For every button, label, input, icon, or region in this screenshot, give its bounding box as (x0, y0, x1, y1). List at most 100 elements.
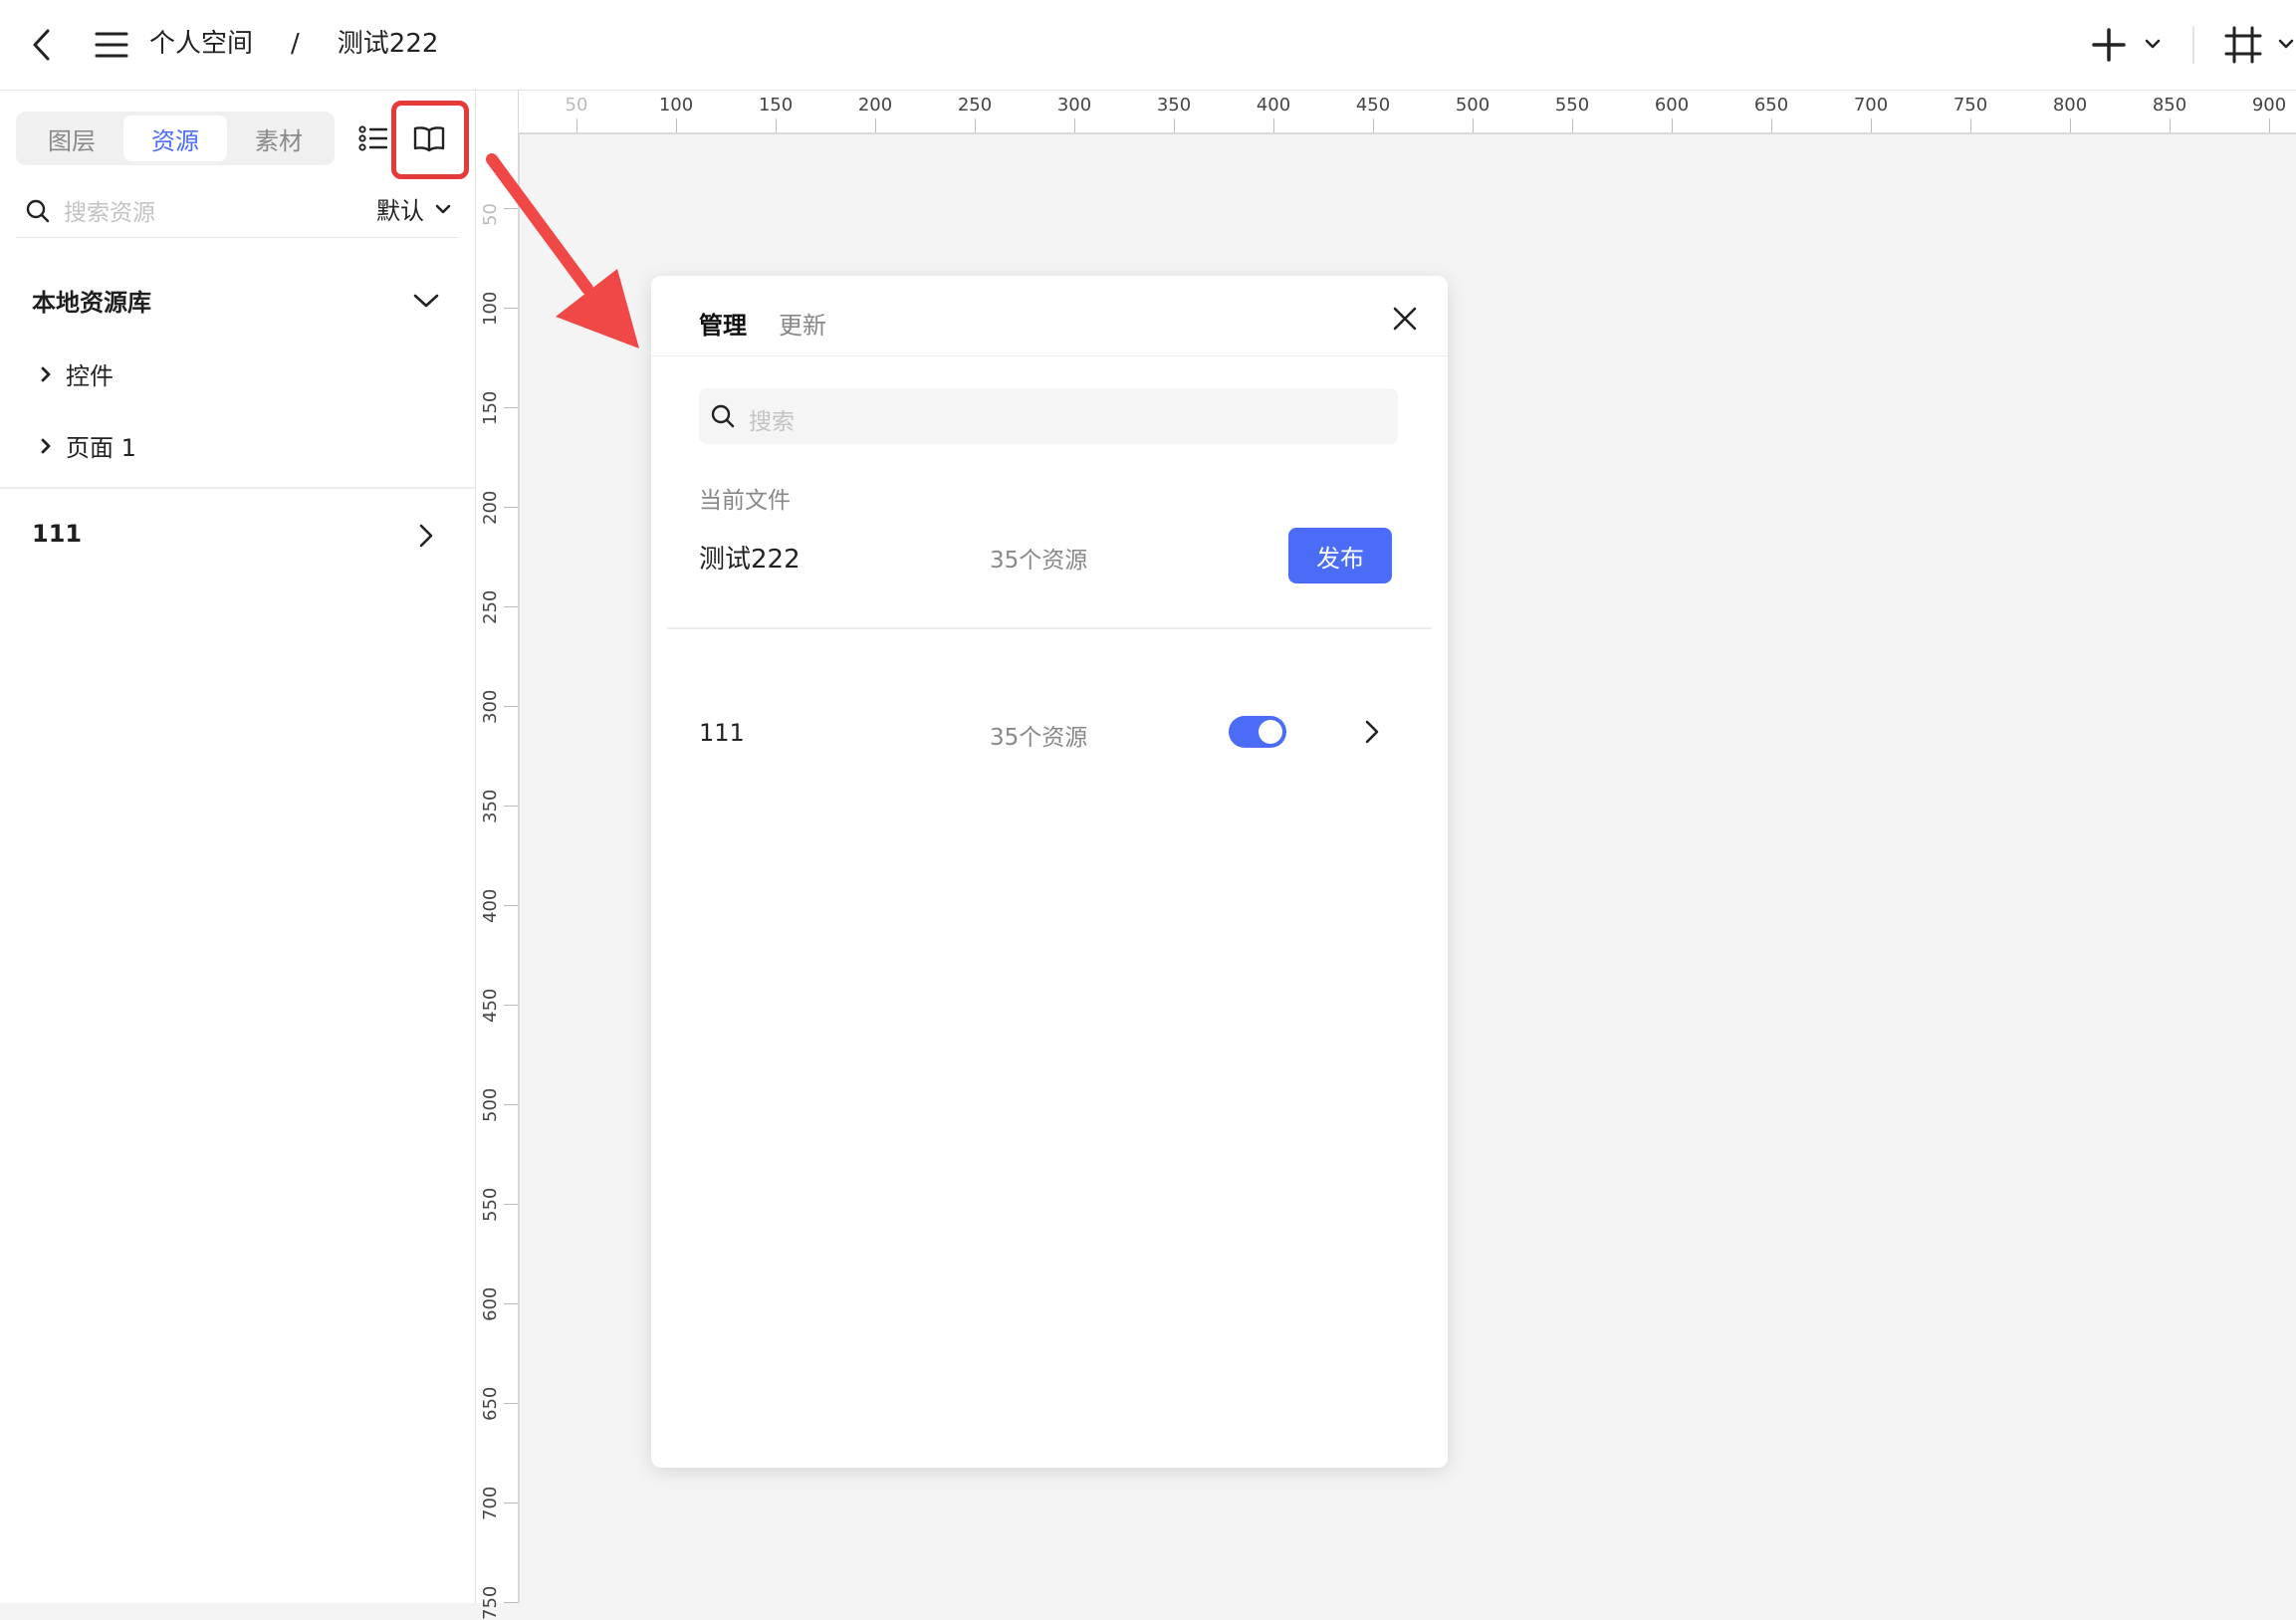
ruler-v-tick (504, 1503, 518, 1504)
ruler-h-tick (2070, 118, 2071, 132)
ruler-h-tick (776, 118, 777, 132)
ruler-h-label: 350 (1156, 95, 1192, 116)
resource-search[interactable]: 搜索资源 默认 (16, 185, 458, 238)
ruler-h-label: 700 (1853, 95, 1889, 116)
toggle-knob (1259, 720, 1282, 744)
library-entry[interactable]: 111 (32, 520, 82, 548)
ruler-h-label: 250 (957, 95, 993, 116)
ruler-v-label: 350 (480, 789, 501, 823)
breadcrumb-file[interactable]: 测试222 (338, 24, 439, 64)
ruler-h-tick (1572, 118, 1573, 132)
dialog-header (651, 276, 1448, 356)
ruler-v-tick (504, 606, 518, 607)
search-icon (709, 402, 737, 430)
close-icon[interactable] (1388, 302, 1422, 336)
ruler-h-tick (1273, 118, 1274, 132)
ruler-h-label: 900 (2251, 95, 2287, 116)
breadcrumb-separator: / (291, 29, 300, 59)
ruler-v-tick (504, 1104, 518, 1105)
tree-item-controls[interactable]: 控件 (40, 356, 114, 391)
breadcrumb-workspace[interactable]: 个人空间 (149, 24, 253, 64)
tab-resources[interactable]: 资源 (123, 116, 227, 161)
dialog-divider (667, 627, 1432, 629)
frame-tool-icon[interactable] (2224, 24, 2296, 66)
ruler-v-label: 600 (480, 1286, 501, 1321)
tree-item-page[interactable]: 页面 1 (40, 428, 136, 463)
library-book-icon[interactable] (410, 121, 448, 155)
ruler-h-tick (676, 118, 677, 132)
ruler-v-tick (504, 706, 518, 707)
panel-tabs: 图层 资源 素材 (16, 112, 335, 165)
chevron-down-icon (435, 204, 451, 213)
ruler-v-tick (504, 905, 518, 906)
tab-manage[interactable]: 管理 (699, 306, 747, 341)
collapse-chevron-icon[interactable] (410, 285, 442, 317)
ruler-h-label: 500 (1455, 95, 1491, 116)
ruler-v-tick (504, 806, 518, 807)
ruler-h-label: 750 (1952, 95, 1988, 116)
ruler-h-label: 450 (1355, 95, 1391, 116)
search-placeholder: 搜索资源 (64, 200, 155, 226)
ruler-v-tick (504, 1204, 518, 1205)
ruler-h-tick (1672, 118, 1673, 132)
library-entry-chevron-icon[interactable] (412, 520, 440, 552)
annotation-arrow (486, 153, 639, 348)
back-icon[interactable] (22, 24, 62, 66)
tab-layers[interactable]: 图层 (20, 116, 123, 161)
toolbar-divider (2192, 26, 2194, 64)
search-icon (24, 197, 52, 225)
ruler-h-tick (1771, 118, 1772, 132)
ruler-v-tick (504, 1403, 518, 1404)
ruler-v-label: 700 (480, 1486, 501, 1520)
ruler-v-label: 550 (480, 1187, 501, 1222)
chevron-right-icon (41, 438, 51, 453)
ruler-h-tick (975, 118, 976, 132)
ruler-v-label: 650 (480, 1386, 501, 1421)
library-manager-dialog: 管理 更新 搜索 当前文件 测试222 35个资源 发布 111 35个资源 (651, 276, 1448, 1468)
add-dropdown-button[interactable] (2087, 24, 2167, 66)
horizontal-ruler: 50 100 150 200 250 300 350 400 450 500 550 600 650 70… (519, 91, 2296, 134)
ruler-h-label: 50 (565, 95, 588, 116)
ruler-h-tick (1373, 118, 1374, 132)
ruler-h-label: 800 (2052, 95, 2088, 116)
local-library-title[interactable]: 本地资源库 (32, 283, 151, 318)
tree-item-label: 页面 1 (66, 434, 136, 462)
search-placeholder: 搜索 (749, 409, 795, 435)
ruler-h-tick (576, 118, 577, 132)
current-file-name: 测试222 (699, 545, 801, 575)
ruler-h-tick (1074, 118, 1075, 132)
ruler-h-tick (1174, 118, 1175, 132)
ruler-h-label: 650 (1753, 95, 1789, 116)
chevron-right-icon (41, 366, 51, 381)
publish-button[interactable]: 发布 (1288, 528, 1392, 583)
library-name: 111 (699, 719, 745, 747)
ruler-v-label: 200 (480, 490, 501, 525)
ruler-v-label: 300 (480, 689, 501, 724)
current-file-count: 35个资源 (990, 548, 1088, 574)
ruler-h-label: 850 (2152, 95, 2187, 116)
ruler-h-tick (1871, 118, 1872, 132)
ruler-v-tick (504, 407, 518, 408)
ruler-h-label: 200 (857, 95, 893, 116)
sort-label: 默认 (376, 197, 424, 225)
tab-update[interactable]: 更新 (779, 306, 826, 341)
ruler-h-tick (875, 118, 876, 132)
panel-divider (0, 487, 475, 489)
library-enable-toggle[interactable] (1229, 716, 1286, 748)
current-file-label: 当前文件 (699, 488, 791, 514)
list-view-icon[interactable] (356, 121, 390, 155)
ruler-h-tick (1473, 118, 1474, 132)
sort-dropdown[interactable]: 默认 (376, 191, 452, 226)
ruler-h-tick (2269, 118, 2270, 132)
tab-materials[interactable]: 素材 (227, 116, 331, 161)
library-detail-chevron-icon[interactable] (1358, 714, 1386, 750)
ruler-v-tick (504, 1303, 518, 1304)
ruler-v-label: 150 (480, 390, 501, 425)
ruler-v-label: 450 (480, 988, 501, 1023)
ruler-v-tick (504, 507, 518, 508)
breadcrumb: 个人空间 / 测试222 (149, 24, 438, 64)
dialog-search-input[interactable]: 搜索 (699, 388, 1398, 444)
ruler-v-label: 500 (480, 1087, 501, 1122)
menu-icon[interactable] (92, 26, 131, 64)
ruler-h-label: 150 (758, 95, 794, 116)
